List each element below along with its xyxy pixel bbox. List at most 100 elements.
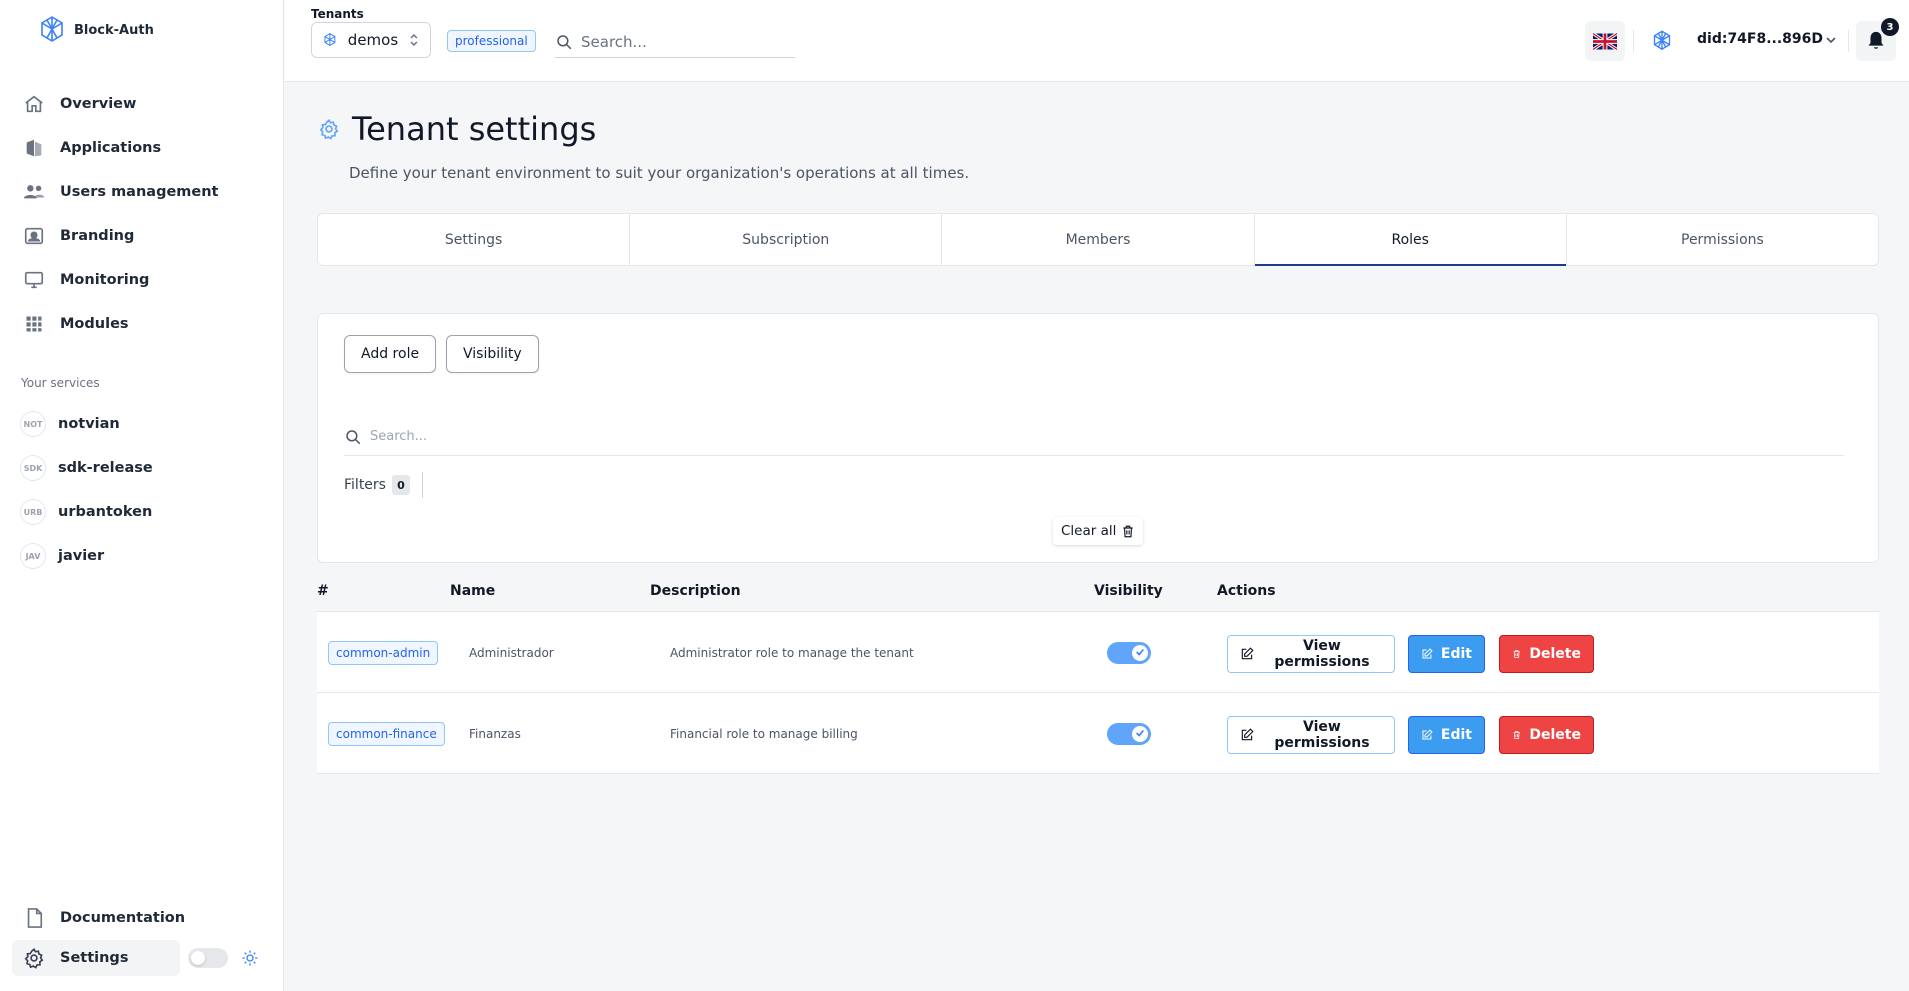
tenant-select-value: demos xyxy=(347,31,399,49)
view-permissions-button[interactable]: View permissions xyxy=(1227,635,1395,673)
edit-label: Edit xyxy=(1440,727,1472,743)
notification-count-badge: 3 xyxy=(1881,18,1899,36)
trash-icon xyxy=(1123,525,1134,537)
roles-search-input[interactable] xyxy=(370,429,1770,444)
edit-button[interactable]: Edit xyxy=(1408,716,1485,754)
app-name: Block-Auth xyxy=(74,22,154,38)
role-name: Finanzas xyxy=(469,726,521,741)
service-item-sdk-release[interactable]: SDK sdk-release xyxy=(20,453,153,483)
app-logo[interactable]: Block-Auth xyxy=(36,14,154,46)
sidebar-item-documentation[interactable]: Documentation xyxy=(20,900,270,936)
page-title: Tenant settings xyxy=(352,110,597,148)
branding-icon xyxy=(22,224,46,248)
trash-icon xyxy=(1513,650,1520,658)
theme-toggle[interactable] xyxy=(188,948,228,968)
uk-flag-icon xyxy=(1593,32,1617,50)
users-icon xyxy=(22,180,46,204)
visibility-toggle[interactable] xyxy=(1107,722,1151,745)
column-header-visibility: Visibility xyxy=(1094,583,1163,599)
trash-icon xyxy=(1513,731,1520,739)
user-did: did:74F8...896D xyxy=(1697,31,1824,47)
filters-label: Filters xyxy=(344,477,386,493)
sidebar-item-label: Users management xyxy=(60,184,219,200)
filters-count-badge: 0 xyxy=(391,475,410,495)
tenants-label: Tenants xyxy=(311,7,364,21)
sidebar-item-overview[interactable]: Overview xyxy=(20,86,270,122)
top-header: Tenants demos professional did:74F8...89… xyxy=(285,0,1909,82)
sidebar-item-users-management[interactable]: Users management xyxy=(20,174,270,210)
language-button[interactable] xyxy=(1585,21,1625,61)
header-divider xyxy=(1848,30,1849,52)
service-avatar: URB xyxy=(20,499,46,525)
service-avatar: NOT xyxy=(20,411,46,437)
tab-subscription[interactable]: Subscription xyxy=(630,214,943,265)
clear-all-button[interactable]: Clear all xyxy=(1053,517,1144,545)
service-label: sdk-release xyxy=(58,460,153,476)
header-divider xyxy=(1633,30,1634,52)
monitor-icon xyxy=(22,268,46,292)
filters[interactable]: Filters 0 xyxy=(344,472,423,498)
delete-button[interactable]: Delete xyxy=(1499,635,1594,673)
sidebar-item-label: Applications xyxy=(60,140,162,156)
user-avatar[interactable] xyxy=(1642,21,1682,61)
role-id-tag: common-admin xyxy=(328,640,439,665)
tab-permissions[interactable]: Permissions xyxy=(1567,214,1878,265)
notifications-button[interactable]: 3 xyxy=(1856,18,1899,61)
sidebar-item-label: Modules xyxy=(60,316,129,332)
edit-icon xyxy=(1422,729,1433,740)
header-search-input[interactable] xyxy=(581,32,781,51)
visibility-button[interactable]: Visibility xyxy=(446,335,539,373)
tenant-logo-icon xyxy=(324,33,336,47)
chevron-up-down-icon xyxy=(410,34,418,46)
sidebar-item-modules[interactable]: Modules xyxy=(20,306,270,342)
block-auth-logo-icon xyxy=(41,16,63,42)
column-header-index: # xyxy=(317,583,329,599)
column-header-description: Description xyxy=(650,583,741,599)
user-avatar-icon xyxy=(1653,30,1671,51)
check-icon xyxy=(1136,729,1144,737)
tenant-select[interactable]: demos xyxy=(311,22,431,58)
edit-icon xyxy=(1422,648,1433,659)
tab-members[interactable]: Members xyxy=(942,214,1255,265)
sidebar-item-settings[interactable]: Settings xyxy=(12,940,180,976)
visibility-toggle[interactable] xyxy=(1107,641,1151,664)
roles-search[interactable] xyxy=(344,418,1844,456)
settings-tabs: Settings Subscription Members Roles Perm… xyxy=(317,213,1879,266)
view-permissions-label: View permissions xyxy=(1274,719,1370,751)
tab-settings[interactable]: Settings xyxy=(318,214,631,265)
roles-table-header: # Name Description Visibility Actions xyxy=(317,570,1879,612)
filters-divider xyxy=(421,472,423,498)
edit-icon xyxy=(1241,647,1254,660)
sidebar-item-label: Overview xyxy=(60,96,137,112)
delete-button[interactable]: Delete xyxy=(1499,716,1594,754)
service-item-urbantoken[interactable]: URB urbantoken xyxy=(20,497,152,527)
edit-button[interactable]: Edit xyxy=(1408,635,1485,673)
chevron-down-icon[interactable] xyxy=(1823,32,1839,48)
sidebar-item-monitoring[interactable]: Monitoring xyxy=(20,262,270,298)
sidebar: Block-Auth Overview Applications Users m… xyxy=(0,0,284,991)
search-icon xyxy=(346,429,361,444)
service-item-notvian[interactable]: NOT notvian xyxy=(20,409,120,439)
check-icon xyxy=(1136,648,1144,656)
tab-roles[interactable]: Roles xyxy=(1254,214,1567,266)
table-row: common-admin Administrador Administrator… xyxy=(317,612,1879,693)
table-row: common-finance Finanzas Financial role t… xyxy=(317,693,1879,774)
sidebar-item-label: Documentation xyxy=(60,910,186,926)
search-icon xyxy=(557,34,572,49)
view-permissions-button[interactable]: View permissions xyxy=(1227,716,1395,754)
service-label: javier xyxy=(58,548,105,564)
role-name: Administrador xyxy=(469,645,554,660)
services-section-title: Your services xyxy=(21,376,100,390)
sidebar-item-label: Settings xyxy=(60,950,129,966)
role-id-tag: common-finance xyxy=(328,721,445,746)
add-role-button[interactable]: Add role xyxy=(344,335,437,373)
service-avatar: SDK xyxy=(20,455,46,481)
role-description: Financial role to manage billing xyxy=(670,726,858,741)
header-search[interactable] xyxy=(555,26,795,58)
sidebar-item-branding[interactable]: Branding xyxy=(20,218,270,254)
sidebar-item-label: Branding xyxy=(60,228,135,244)
service-item-javier[interactable]: JAV javier xyxy=(20,541,104,571)
sidebar-item-applications[interactable]: Applications xyxy=(20,130,270,166)
edit-icon xyxy=(1241,728,1254,741)
page-description: Define your tenant environment to suit y… xyxy=(349,164,970,182)
